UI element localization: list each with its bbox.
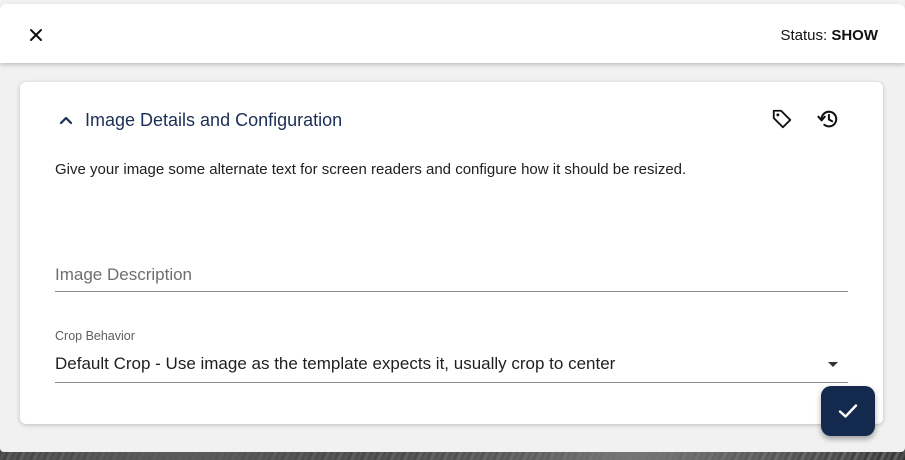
history-icon (817, 110, 838, 128)
close-button[interactable] (22, 21, 50, 49)
collapse-toggle[interactable]: Image Details and Configuration (55, 108, 342, 132)
card-actions (771, 108, 839, 130)
image-description-field (55, 250, 848, 292)
chevron-up-icon (55, 109, 77, 131)
crop-behavior-label: Crop Behavior (55, 329, 135, 343)
confirm-button[interactable] (821, 386, 875, 436)
crop-behavior-select[interactable]: Default Crop - Use image as the template… (55, 346, 848, 383)
tag-button[interactable] (771, 108, 793, 130)
tag-icon (772, 109, 792, 129)
card-title: Image Details and Configuration (85, 109, 343, 130)
status-label: Status: (780, 27, 828, 44)
close-icon (30, 29, 42, 41)
image-dialog: Status: SHOW Image Details and Configura… (0, 0, 905, 452)
status-value: SHOW (831, 27, 878, 44)
image-description-input[interactable] (55, 250, 848, 291)
image-details-card: Image Details and Configuration Give you… (20, 82, 883, 424)
status-indicator: Status: SHOW (780, 27, 878, 44)
dropdown-arrow-icon (828, 361, 838, 367)
crop-behavior-value: Default Crop - Use image as the template… (55, 354, 616, 373)
card-description: Give your image some alternate text for … (55, 161, 687, 178)
check-icon (838, 404, 858, 418)
history-button[interactable] (817, 108, 839, 130)
dialog-topbar: Status: SHOW (0, 4, 905, 63)
